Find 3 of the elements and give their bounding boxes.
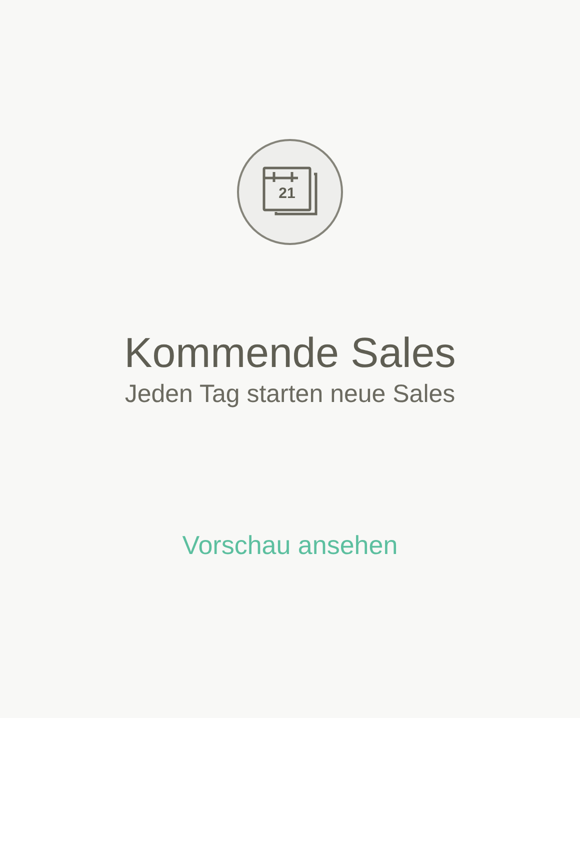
preview-link[interactable]: Vorschau ansehen: [182, 529, 398, 561]
section-subtitle: Jeden Tag starten neue Sales: [124, 379, 456, 409]
section-title: Kommende Sales: [124, 328, 456, 378]
